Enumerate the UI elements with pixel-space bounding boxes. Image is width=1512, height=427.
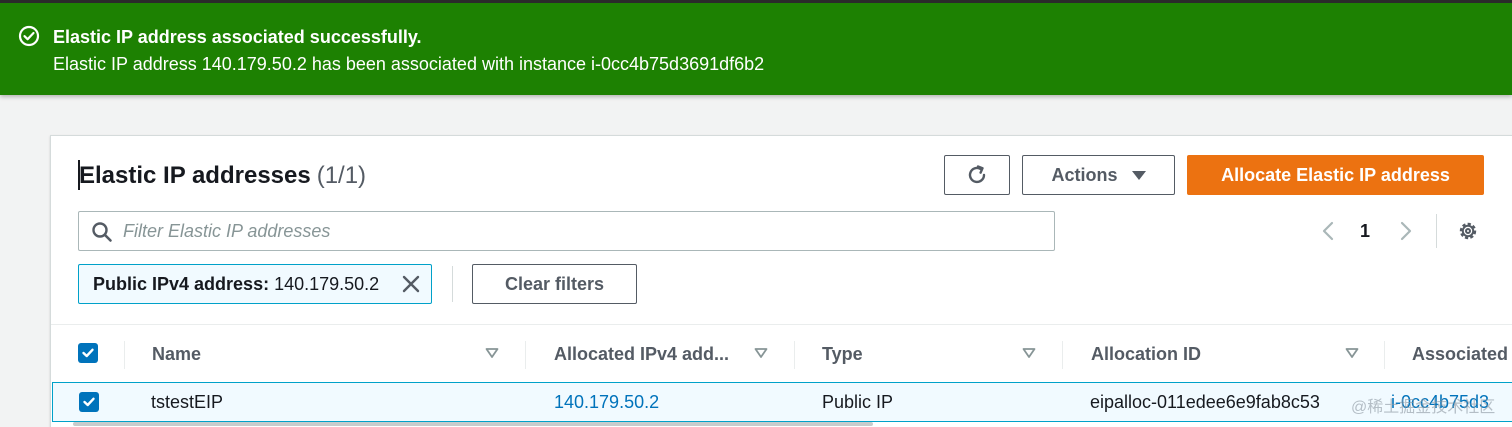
gear-icon[interactable] <box>1456 219 1480 243</box>
clear-filters-label: Clear filters <box>504 273 605 294</box>
cell-allocation-id: eipalloc-011edee6e9fab8c53 <box>1090 391 1320 412</box>
flash-message: Elastic IP address 140.179.50.2 has been… <box>53 54 765 74</box>
page-title-text: Elastic IP addresses <box>79 162 311 189</box>
row-checkbox[interactable] <box>79 392 99 412</box>
cell-ipv4-link[interactable]: 140.179.50.2 <box>554 383 659 421</box>
table-header: Name Allocated IPv4 add... Type Allocati… <box>51 324 1512 382</box>
column-header-allocated-ipv4[interactable]: Allocated IPv4 add... <box>554 325 729 383</box>
page-title: Elastic IP addresses (1/1) <box>79 162 366 190</box>
select-all-checkbox[interactable] <box>78 343 98 363</box>
search-icon <box>92 222 112 242</box>
refresh-button[interactable] <box>944 155 1010 195</box>
sort-caret-icon[interactable] <box>485 347 499 359</box>
chevron-left-icon[interactable] <box>1319 220 1337 242</box>
check-icon <box>82 348 94 358</box>
cell-type: Public IP <box>822 391 894 412</box>
pagination-divider <box>1436 214 1437 248</box>
column-header-name[interactable]: Name <box>152 325 201 383</box>
filter-divider <box>452 266 453 302</box>
filter-token-value: 140.179.50.2 <box>274 273 380 294</box>
flash-title: Elastic IP address associated successful… <box>53 27 422 47</box>
item-count: (1/1) <box>316 162 367 189</box>
sort-caret-icon[interactable] <box>1345 347 1359 359</box>
refresh-icon <box>968 165 986 184</box>
filter-search-box <box>78 211 1055 251</box>
column-header-allocation-id[interactable]: Allocation ID <box>1091 325 1201 383</box>
allocate-label: Allocate Elastic IP address <box>1221 164 1450 185</box>
column-header-type[interactable]: Type <box>822 325 863 383</box>
clear-filters-button[interactable]: Clear filters <box>472 264 637 304</box>
horizontal-scrollbar[interactable] <box>73 422 873 426</box>
column-header-associated[interactable]: Associated <box>1412 325 1508 383</box>
actions-label: Actions <box>1051 164 1118 185</box>
table-row[interactable]: tstestEIP 140.179.50.2 Public IP eipallo… <box>52 382 1512 422</box>
actions-dropdown-button[interactable]: Actions <box>1022 155 1175 195</box>
caret-down-icon <box>1131 170 1146 180</box>
check-circle-icon <box>18 25 40 47</box>
column-divider <box>794 341 795 369</box>
watermark-text: @稀土掘金技术社区 <box>1351 399 1496 416</box>
filter-token: Public IPv4 address: 140.179.50.2 <box>78 264 432 304</box>
sort-caret-icon[interactable] <box>754 347 768 359</box>
column-divider <box>124 341 125 369</box>
elastic-ip-table-container: Elastic IP addresses (1/1) Actions Alloca… <box>50 135 1512 427</box>
column-divider <box>1384 341 1385 369</box>
current-page-number[interactable]: 1 <box>1360 221 1370 242</box>
cell-name: tstestEIP <box>151 391 224 412</box>
chevron-right-icon[interactable] <box>1397 220 1415 242</box>
filter-token-key: Public IPv4 address: <box>93 273 270 294</box>
success-flash-banner: Elastic IP address associated successful… <box>0 0 1512 95</box>
filter-input[interactable] <box>123 212 1043 250</box>
column-divider <box>525 341 526 369</box>
column-divider <box>1062 341 1063 369</box>
allocate-elastic-ip-button[interactable]: Allocate Elastic IP address <box>1187 155 1484 195</box>
close-icon[interactable] <box>401 274 421 294</box>
check-icon <box>83 397 95 407</box>
sort-caret-icon[interactable] <box>1022 347 1036 359</box>
